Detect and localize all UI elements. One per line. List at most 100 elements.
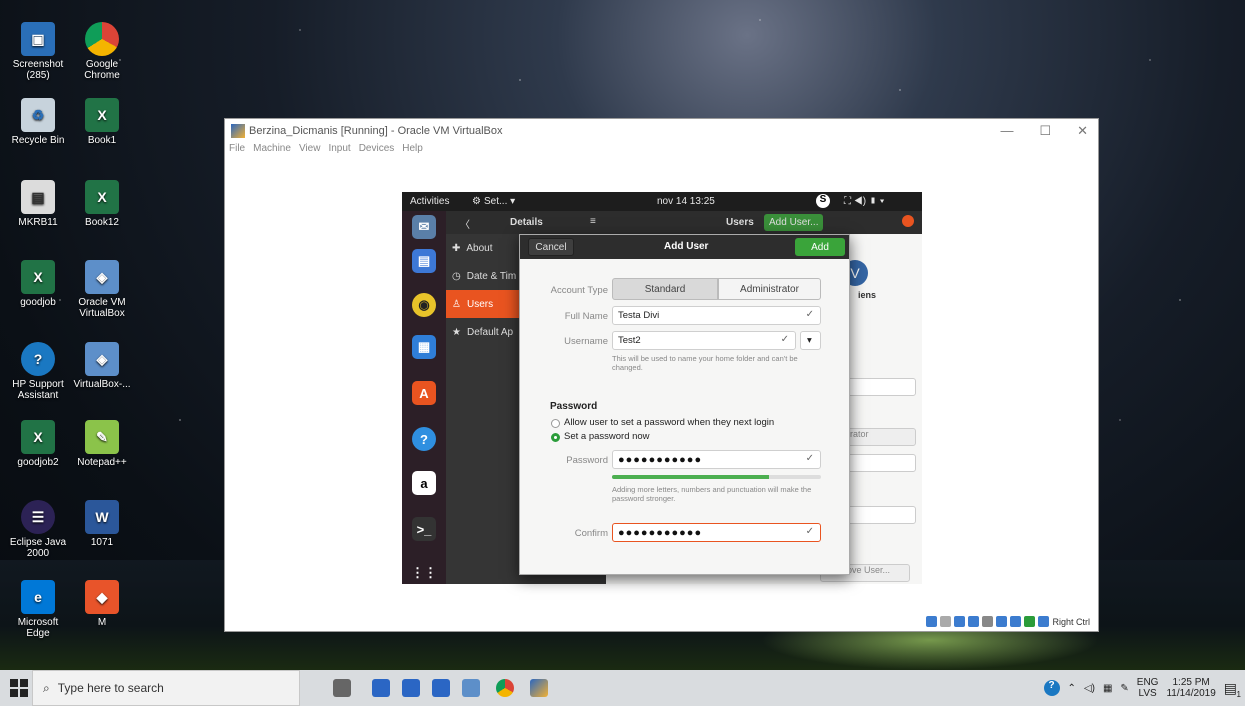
desktop-icon-recycle-bin[interactable]: ♻ Recycle Bin (6, 98, 70, 146)
menu-view[interactable]: View (299, 143, 321, 159)
terminal-icon[interactable]: >_ (412, 517, 436, 541)
thunderbird-icon[interactable]: ✉ (412, 215, 436, 239)
menu-machine[interactable]: Machine (253, 143, 291, 159)
username-dropdown-button[interactable]: ▾ (800, 331, 821, 350)
user-icon: ♙ (452, 298, 461, 310)
shared-folder-status-icon[interactable] (996, 616, 1008, 627)
task-view-icon[interactable] (333, 679, 351, 697)
close-icon[interactable] (902, 215, 914, 227)
desktop-icon-goodjob[interactable]: X goodjob (6, 260, 70, 308)
taskbar-search[interactable]: ⌕ Type here to search (32, 670, 300, 706)
notepadpp-icon: ✎ (85, 420, 119, 454)
volume-icon[interactable]: ◁) (1084, 683, 1095, 694)
usb-status-icon[interactable] (982, 616, 994, 627)
desktop-icon-virtualbox-installer[interactable]: ◈ VirtualBox-... (70, 342, 134, 390)
app-menu[interactable]: Set... ▾ (484, 196, 515, 207)
mail-icon[interactable] (432, 679, 450, 697)
language-indicator[interactable]: ENG LVS (1137, 677, 1159, 699)
menu-file[interactable]: File (229, 143, 245, 159)
vbox-menubar: File Machine View Input Devices Help (225, 143, 1098, 159)
mouse-integration-icon[interactable] (1038, 616, 1050, 627)
account-type-administrator[interactable]: Administrator (718, 278, 821, 300)
full-name-field[interactable]: Testa Divi ✓ (612, 306, 821, 325)
excel-icon: X (85, 180, 119, 214)
radio-next-login-label[interactable]: Allow user to set a password when they n… (564, 417, 774, 428)
desktop-icon-edge[interactable]: e Microsoft Edge (6, 580, 70, 639)
network-icon[interactable]: ▦ (1103, 683, 1112, 694)
radio-set-now[interactable] (551, 433, 560, 442)
cancel-button[interactable]: Cancel (528, 238, 574, 256)
store-icon[interactable] (402, 679, 420, 697)
optical-status-icon[interactable] (940, 616, 952, 627)
help-tray-icon[interactable]: ? (1043, 680, 1060, 696)
skype-icon[interactable]: S (816, 194, 830, 208)
vbox-title: Berzina_Dicmanis [Running] - Oracle VM V… (249, 125, 503, 137)
menu-input[interactable]: Input (328, 143, 350, 159)
minimize-button[interactable]: — (1000, 123, 1013, 139)
radio-set-now-label[interactable]: Set a password now (564, 431, 650, 442)
display-status-icon[interactable] (1010, 616, 1022, 627)
software-icon[interactable]: A (412, 381, 436, 405)
chevron-up-icon[interactable]: ⌃ (1068, 683, 1076, 694)
windows-start-icon[interactable] (10, 679, 28, 697)
desktop-icon-m[interactable]: ◆ M (70, 580, 134, 628)
password-strength-fill (612, 475, 769, 479)
activities-button[interactable]: Activities (410, 196, 449, 207)
clock[interactable]: 1:25 PM 11/14/2019 (1166, 677, 1215, 699)
desktop-icon-1071[interactable]: W 1071 (70, 500, 134, 548)
audio-status-icon[interactable] (954, 616, 966, 627)
writer-icon[interactable]: ▦ (412, 335, 436, 359)
clock[interactable]: nov 14 13:25 (657, 196, 715, 207)
files-icon[interactable]: ▤ (412, 249, 436, 273)
users-title: Users (726, 217, 754, 228)
desktop-icon-book1[interactable]: X Book1 (70, 98, 134, 146)
vbox-titlebar[interactable]: Berzina_Dicmanis [Running] - Oracle VM V… (225, 119, 1098, 143)
help-icon[interactable]: ? (412, 427, 436, 451)
virtualbox-taskbar-icon[interactable] (462, 679, 480, 697)
username-help: This will be used to name your home fold… (612, 354, 798, 372)
desktop-icon-screenshot[interactable]: ▣ Screenshot (285) (6, 22, 70, 81)
hamburger-menu-icon[interactable]: ≡ (590, 216, 596, 227)
confirm-password-field[interactable]: ●●●●●●●●●●● ✓ (612, 523, 821, 542)
radio-next-login[interactable] (551, 419, 560, 428)
account-type-standard[interactable]: Standard (612, 278, 718, 300)
amazon-icon[interactable]: a (412, 471, 436, 495)
system-status-menu[interactable]: ⛶ ◀) ▮ ▾ (844, 196, 884, 207)
show-apps-icon[interactable]: ⋮⋮ (411, 561, 437, 584)
password-field[interactable]: ●●●●●●●●●●● ✓ (612, 450, 821, 469)
vbox-vm-taskbar-icon[interactable] (530, 679, 548, 697)
chrome-taskbar-icon[interactable] (496, 679, 514, 697)
desktop-icon-book12[interactable]: X Book12 (70, 180, 134, 228)
username-field[interactable]: Test2 ✓ (612, 331, 796, 350)
file-explorer-icon[interactable] (372, 679, 390, 697)
edge-icon: e (21, 580, 55, 614)
desktop-icon-mkrb11[interactable]: ▤ MKRB11 (6, 180, 70, 228)
hdd-status-icon[interactable] (926, 616, 938, 627)
menu-devices[interactable]: Devices (359, 143, 395, 159)
eclipse-icon: ☰ (21, 500, 55, 534)
maximize-button[interactable]: ☐ (1039, 123, 1051, 139)
rhythmbox-icon[interactable]: ◉ (412, 293, 436, 317)
add-user-dialog[interactable]: Cancel Add User Add Account Type Standar… (519, 234, 850, 575)
desktop-icon-chrome[interactable]: Google Chrome (70, 22, 134, 81)
password-heading: Password (550, 401, 598, 412)
desktop-icon-hp-support[interactable]: ? HP Support Assistant (6, 342, 70, 401)
checkmark-icon: ✓ (805, 526, 814, 537)
checkmark-icon: ✓ (805, 309, 814, 320)
add-button[interactable]: Add (795, 238, 845, 256)
desktop-icon-goodjob2[interactable]: X goodjob2 (6, 420, 70, 468)
desktop-icon-notepadpp[interactable]: ✎ Notepad++ (70, 420, 134, 468)
add-user-button[interactable]: Add User... (764, 214, 824, 231)
desktop-icon-virtualbox[interactable]: ◈ Oracle VM VirtualBox (70, 260, 134, 319)
pen-icon[interactable]: ✎ (1120, 683, 1128, 694)
recycle-bin-icon: ♻ (21, 98, 55, 132)
notification-icon[interactable]: ▤ 1 (1224, 680, 1241, 699)
menu-help[interactable]: Help (402, 143, 423, 159)
close-button[interactable]: ✕ (1077, 123, 1088, 139)
checkmark-icon: ✓ (780, 334, 789, 345)
full-name-label: Full Name (564, 311, 608, 322)
recording-status-icon[interactable] (1024, 616, 1036, 627)
back-button[interactable]: 〈 (460, 216, 470, 231)
desktop-icon-eclipse[interactable]: ☰ Eclipse Java 2000 (6, 500, 70, 559)
network-status-icon[interactable] (968, 616, 980, 627)
